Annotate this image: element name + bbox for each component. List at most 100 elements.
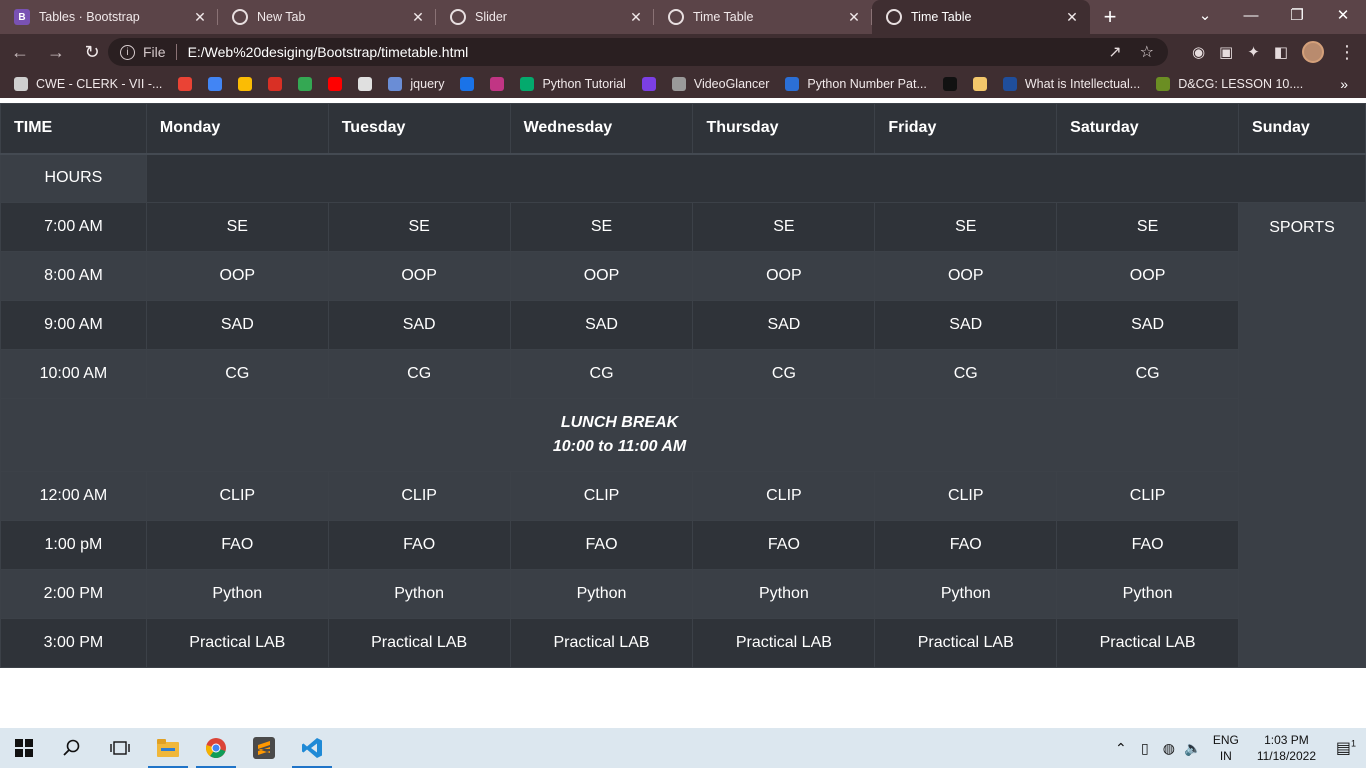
tab-close-icon[interactable]: ✕ (846, 9, 862, 26)
lunch-break-cell: LUNCH BREAK 10:00 to 11:00 AM (0, 398, 1240, 472)
browser-toolbar: ← → ↻ i File E:/Web%20desiging/Bootstrap… (0, 34, 1366, 70)
bookmark-item[interactable] (641, 77, 656, 91)
tab-close-icon[interactable]: ✕ (192, 9, 208, 26)
bookmark-favicon-icon (328, 77, 343, 91)
browser-menu-icon[interactable]: ⋮ (1338, 42, 1356, 63)
extension-icon[interactable]: ◉ (1192, 43, 1205, 61)
bookmark-item[interactable] (268, 77, 283, 91)
minimize-icon[interactable]: — (1228, 0, 1274, 30)
bookmark-favicon-icon (298, 77, 313, 91)
time-cell: 10:00 AM (0, 349, 147, 399)
browser-tab[interactable]: New Tab ✕ (218, 0, 436, 34)
camera-extension-icon[interactable]: ▣ (1219, 43, 1233, 61)
new-tab-button[interactable]: + (1090, 0, 1130, 34)
forward-icon[interactable]: → (40, 36, 72, 68)
bookmark-favicon-icon (1156, 77, 1171, 91)
tab-close-icon[interactable]: ✕ (1064, 9, 1080, 26)
hours-label: HOURS (0, 153, 147, 203)
chrome-icon[interactable] (192, 728, 240, 768)
site-info-icon[interactable]: i (120, 44, 135, 60)
subject-cell: CLIP (327, 471, 511, 521)
bookmark-item[interactable] (972, 77, 987, 91)
bookmark-item[interactable] (460, 77, 475, 91)
subject-cell: Practical LAB (874, 618, 1058, 668)
task-view-icon[interactable] (96, 728, 144, 768)
subject-cell: SE (327, 202, 511, 252)
notifications-icon[interactable]: ▤1 (1326, 738, 1366, 758)
bookmark-item[interactable]: jquery (388, 77, 444, 91)
extensions-puzzle-icon[interactable]: ✦ (1247, 43, 1260, 61)
address-divider (175, 44, 177, 60)
bookmark-item[interactable] (490, 77, 505, 91)
tab-close-icon[interactable]: ✕ (410, 9, 426, 26)
sublime-text-icon[interactable] (240, 728, 288, 768)
subject-cell: OOP (874, 251, 1058, 301)
language-indicator[interactable]: ENG IN (1213, 732, 1239, 764)
header-wednesday: Wednesday (509, 103, 694, 155)
reload-icon[interactable]: ↻ (76, 36, 108, 68)
back-icon[interactable]: ← (4, 36, 36, 68)
bookmark-favicon-icon (671, 77, 686, 91)
bookmark-item[interactable] (942, 77, 957, 91)
subject-cell: OOP (145, 251, 329, 301)
subject-cell: CG (327, 349, 511, 399)
file-explorer-icon[interactable] (144, 728, 192, 768)
more-bookmarks-icon[interactable]: » (1340, 76, 1348, 92)
bookmark-item[interactable]: Python Number Pat... (785, 77, 927, 91)
bookmark-item[interactable]: VideoGlancer (671, 77, 769, 91)
bookmark-item[interactable] (298, 77, 313, 91)
power-icon[interactable]: ▯ (1133, 740, 1157, 757)
time-cell: 12:00 AM (0, 471, 147, 521)
subject-cell: FAO (327, 520, 511, 570)
bookmark-item[interactable] (208, 77, 223, 91)
subject-cell: Python (692, 569, 876, 619)
browser-tab[interactable]: B Tables · Bootstrap ✕ (0, 0, 218, 34)
bookmark-item[interactable]: D&CG: LESSON 10.... (1156, 77, 1303, 91)
bookmark-favicon-icon (460, 77, 475, 91)
clock[interactable]: 1:03 PM 11/18/2022 (1257, 732, 1316, 764)
table-row: 10:00 AM CG CG CG CG CG CG (0, 349, 1366, 399)
bookmark-item[interactable]: What is Intellectual... (1002, 77, 1140, 91)
share-icon[interactable]: ↗ (1108, 42, 1121, 62)
subject-cell: CG (509, 349, 694, 399)
header-thursday: Thursday (692, 103, 876, 155)
browser-tab[interactable]: Time Table ✕ (654, 0, 872, 34)
start-icon[interactable] (0, 728, 48, 768)
window-close-icon[interactable]: ✕ (1320, 0, 1366, 30)
bookmark-favicon-icon (208, 77, 223, 91)
subject-cell: SE (145, 202, 329, 252)
subject-cell: SAD (1056, 300, 1240, 350)
notification-count: 1 (1351, 738, 1357, 749)
browser-tab[interactable]: Slider ✕ (436, 0, 654, 34)
profile-avatar[interactable] (1302, 41, 1324, 63)
tab-close-icon[interactable]: ✕ (628, 9, 644, 26)
wifi-icon[interactable]: ◍ (1157, 740, 1181, 757)
table-row: 1:00 pM FAO FAO FAO FAO FAO FAO (0, 520, 1366, 570)
url-text[interactable]: E:/Web%20desiging/Bootstrap/timetable.ht… (188, 44, 469, 60)
bookmark-star-icon[interactable]: ☆ (1140, 42, 1154, 62)
bookmark-item[interactable] (238, 77, 253, 91)
browser-tab[interactable]: Time Table ✕ (872, 0, 1090, 34)
address-bar[interactable]: i File E:/Web%20desiging/Bootstrap/timet… (108, 38, 1168, 66)
vscode-icon[interactable] (288, 728, 336, 768)
volume-icon[interactable]: 🔈 (1181, 740, 1205, 757)
bookmark-favicon-icon (641, 77, 656, 91)
subject-cell: CLIP (874, 471, 1058, 521)
tab-search-icon[interactable]: ⌄ (1182, 0, 1228, 30)
bookmark-item[interactable] (328, 77, 343, 91)
bookmark-item[interactable]: Python Tutorial (520, 77, 626, 91)
header-monday: Monday (145, 103, 329, 155)
bookmark-item[interactable] (178, 77, 193, 91)
bookmark-favicon-icon (1002, 77, 1017, 91)
bookmark-item[interactable]: CWE - CLERK - VII -... (14, 77, 162, 91)
subject-cell: FAO (1056, 520, 1240, 570)
search-icon[interactable] (48, 728, 96, 768)
scheme-label: File (143, 44, 166, 60)
subject-cell: OOP (327, 251, 511, 301)
globe-icon (668, 9, 684, 25)
restore-icon[interactable]: ❐ (1274, 0, 1320, 30)
bookmark-item[interactable] (358, 77, 373, 91)
side-panel-icon[interactable]: ◧ (1274, 43, 1288, 61)
show-hidden-icons-icon[interactable]: ⌃ (1109, 740, 1133, 757)
bookmark-favicon-icon (14, 77, 28, 91)
